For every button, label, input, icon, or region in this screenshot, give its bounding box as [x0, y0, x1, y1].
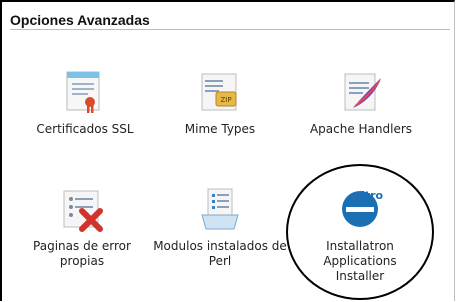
perl-modules-icon — [196, 185, 244, 233]
apache-handlers-item[interactable]: Apache Handlers — [296, 68, 426, 137]
paginas-error-item[interactable]: Paginas de error propias — [16, 185, 148, 269]
section-title: Opciones Avanzadas — [10, 12, 156, 28]
modulos-perl-label: Modulos instalados de Perl — [153, 239, 287, 268]
certificate-icon — [61, 68, 109, 116]
error-page-icon — [58, 185, 106, 233]
feather-document-icon — [337, 68, 385, 116]
section-divider — [10, 29, 450, 30]
certificados-ssl-item[interactable]: Certificados SSL — [30, 68, 140, 137]
apache-handlers-label: Apache Handlers — [309, 122, 413, 136]
zip-file-icon: ZIP — [196, 68, 244, 116]
certificados-ssl-label: Certificados SSL — [36, 122, 134, 136]
modulos-perl-item[interactable]: Modulos instalados de Perl — [150, 185, 290, 269]
svg-text:ZIP: ZIP — [220, 96, 231, 104]
highlight-circle — [286, 164, 434, 300]
paginas-error-label: Paginas de error propias — [33, 239, 131, 268]
mime-types-item[interactable]: ZIP Mime Types — [170, 68, 270, 137]
mime-types-label: Mime Types — [184, 122, 256, 136]
